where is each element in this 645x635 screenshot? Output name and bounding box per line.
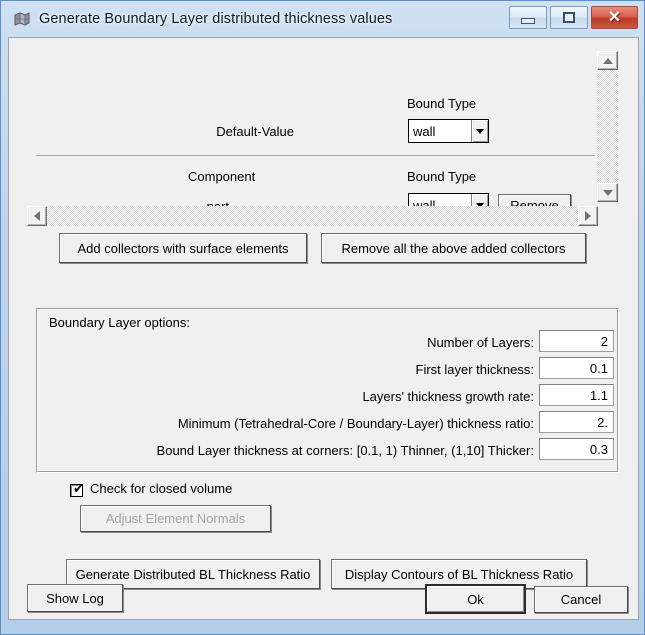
mesh-grid-icon: [13, 10, 31, 28]
corner-thickness-input[interactable]: 0.3: [539, 438, 614, 460]
window-title: Generate Boundary Layer distributed thic…: [39, 11, 393, 27]
triangle-up-icon: [602, 57, 613, 64]
triangle-left-icon: [34, 211, 40, 221]
adjust-element-normals-button[interactable]: Adjust Element Normals: [80, 505, 271, 532]
checkmark-icon: ✔: [73, 482, 84, 497]
component-header: Component: [188, 169, 256, 184]
check-closed-volume-checkbox[interactable]: ✔: [70, 482, 84, 497]
triangle-right-icon: [585, 211, 591, 221]
title-bar[interactable]: Generate Boundary Layer distributed thic…: [5, 4, 642, 34]
cancel-button[interactable]: Cancel: [534, 586, 628, 613]
triangle-down-icon: [602, 189, 613, 196]
growth-rate-label: Layers' thickness growth rate:: [362, 389, 534, 404]
check-closed-volume-label: Check for closed volume: [90, 481, 233, 496]
default-bound-type-header: Bound Type: [407, 96, 477, 111]
scroll-up-button[interactable]: [597, 51, 618, 70]
maximize-icon: [563, 12, 575, 23]
default-value-label: Default-Value: [216, 124, 294, 139]
component-bound-type-header: Bound Type: [407, 169, 477, 184]
chevron-down-icon[interactable]: [471, 120, 488, 142]
scroll-right-button[interactable]: [578, 206, 598, 226]
add-collectors-button[interactable]: Add collectors with surface elements: [59, 233, 307, 263]
dialog-client-area: Bound Type Default-Value wall Component …: [8, 37, 639, 620]
maximize-button[interactable]: [550, 6, 588, 29]
first-layer-thickness-input[interactable]: 0.1: [539, 357, 614, 379]
default-bound-type-value: wall: [413, 123, 436, 139]
corner-thickness-label: Bound Layer thickness at corners: [0.1, …: [156, 443, 534, 458]
min-thickness-ratio-label: Minimum (Tetrahedral-Core / Boundary-Lay…: [177, 416, 534, 431]
default-bound-type-combo[interactable]: wall: [408, 119, 489, 143]
close-icon: ✕: [607, 8, 622, 26]
dialog-window: Generate Boundary Layer distributed thic…: [0, 0, 645, 635]
show-log-button[interactable]: Show Log: [27, 584, 123, 612]
ok-button[interactable]: Ok: [425, 584, 526, 614]
first-layer-thickness-label: First layer thickness:: [415, 362, 534, 377]
close-button[interactable]: ✕: [591, 6, 638, 29]
min-thickness-ratio-input[interactable]: 2.: [539, 411, 614, 433]
window-controls: ✕: [509, 6, 638, 29]
scroll-left-button[interactable]: [27, 206, 47, 226]
number-of-layers-input[interactable]: 2: [539, 330, 614, 352]
ok-button-label: Ok: [427, 586, 524, 612]
horizontal-scroll-track[interactable]: [47, 206, 578, 226]
minimize-icon: [521, 18, 535, 24]
minimize-button[interactable]: [509, 6, 547, 29]
vertical-scroll-track[interactable]: [597, 70, 618, 183]
scroll-down-button[interactable]: [597, 183, 618, 202]
remove-all-collectors-button[interactable]: Remove all the above added collectors: [321, 233, 586, 263]
boundary-layer-options-legend: Boundary Layer options:: [46, 315, 193, 330]
divider: [36, 155, 595, 156]
number-of-layers-label: Number of Layers:: [427, 335, 534, 350]
growth-rate-input[interactable]: 1.1: [539, 384, 614, 406]
